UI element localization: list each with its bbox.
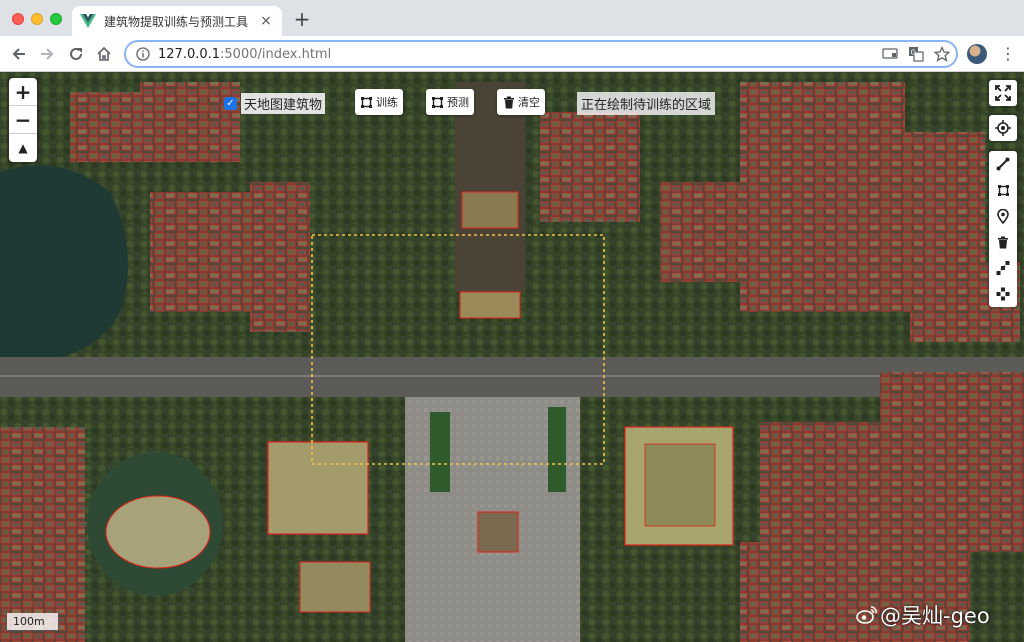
back-arrow-icon bbox=[12, 48, 25, 60]
scale-bar: 100m bbox=[6, 613, 59, 631]
reset-north-button[interactable]: ▲ bbox=[9, 134, 37, 162]
home-icon bbox=[97, 46, 111, 61]
browser-tab[interactable]: 建筑物提取训练与预测工具 × bbox=[72, 6, 282, 36]
layer-label: 天地图建筑物 bbox=[241, 93, 326, 114]
status-message: 正在绘制待训练的区域 bbox=[577, 92, 716, 115]
reload-icon bbox=[70, 47, 82, 60]
bookmark-star-icon[interactable] bbox=[934, 46, 950, 62]
marker-icon[interactable] bbox=[989, 203, 1017, 229]
map-viewport[interactable]: + − ▲ ✓ 天地图建筑物 训练 预测 清空 正在绘制待训练的区域 100m … bbox=[0, 72, 1024, 642]
clear-button[interactable]: 清空 bbox=[497, 89, 545, 115]
close-window-button[interactable] bbox=[12, 13, 24, 25]
clear-label: 清空 bbox=[518, 96, 540, 109]
watermark-text: @吴灿-geo bbox=[880, 604, 990, 628]
fullscreen-icon bbox=[989, 80, 1017, 106]
drag-icon[interactable] bbox=[989, 281, 1017, 307]
browser-tab-bar: 建筑物提取训练与预测工具 × + bbox=[0, 0, 1024, 36]
new-tab-button[interactable]: + bbox=[292, 9, 312, 30]
satellite-basemap bbox=[0, 72, 1024, 642]
weibo-logo-icon bbox=[856, 606, 877, 624]
minimize-window-button[interactable] bbox=[31, 13, 43, 25]
draw-rectangle-icon bbox=[431, 96, 444, 109]
predict-button[interactable]: 预测 bbox=[426, 89, 474, 115]
maximize-window-button[interactable] bbox=[50, 13, 62, 25]
back-button[interactable] bbox=[8, 43, 30, 65]
svg-text:G: G bbox=[911, 49, 916, 57]
browser-menu-icon[interactable]: ⋮ bbox=[1000, 44, 1016, 64]
watermark: @吴灿-geo bbox=[856, 600, 990, 630]
train-button[interactable]: 训练 bbox=[355, 89, 403, 115]
address-bar[interactable]: 127.0.0.1 :5000/index.html G bbox=[124, 40, 958, 68]
draw-rectangle-icon[interactable] bbox=[989, 177, 1017, 203]
browser-toolbar: 127.0.0.1 :5000/index.html G ⋮ bbox=[0, 36, 1024, 72]
zoom-in-button[interactable]: + bbox=[9, 78, 37, 106]
train-label: 训练 bbox=[376, 96, 398, 109]
locate-button[interactable] bbox=[989, 115, 1017, 141]
tab-close-icon[interactable]: × bbox=[258, 13, 274, 29]
zoom-out-button[interactable]: − bbox=[9, 106, 37, 134]
translate-icon[interactable]: G bbox=[908, 46, 924, 62]
profile-avatar[interactable] bbox=[967, 44, 987, 64]
draw-line-icon[interactable] bbox=[989, 151, 1017, 177]
url-path: :5000/index.html bbox=[220, 46, 332, 62]
forward-button[interactable] bbox=[36, 43, 58, 65]
locate-icon bbox=[989, 115, 1017, 141]
zoom-control: + − ▲ bbox=[9, 78, 37, 162]
edit-icon[interactable] bbox=[989, 255, 1017, 281]
vue-logo-icon bbox=[80, 14, 96, 28]
home-button[interactable] bbox=[93, 43, 115, 65]
url-host: 127.0.0.1 bbox=[158, 46, 221, 62]
building-layer-toggle[interactable]: ✓ 天地图建筑物 bbox=[224, 93, 326, 114]
delete-icon[interactable] bbox=[989, 229, 1017, 255]
draw-toolbar bbox=[989, 151, 1017, 307]
tab-title: 建筑物提取训练与预测工具 bbox=[104, 14, 249, 29]
cast-icon[interactable] bbox=[882, 46, 898, 62]
fullscreen-button[interactable] bbox=[989, 80, 1017, 106]
layer-checkbox[interactable]: ✓ bbox=[224, 97, 237, 110]
draw-rectangle-icon bbox=[360, 96, 373, 109]
trash-icon bbox=[502, 96, 515, 109]
info-icon[interactable] bbox=[136, 47, 150, 61]
forward-arrow-icon bbox=[41, 48, 54, 60]
reload-button[interactable] bbox=[65, 43, 87, 65]
predict-label: 预测 bbox=[447, 96, 469, 109]
